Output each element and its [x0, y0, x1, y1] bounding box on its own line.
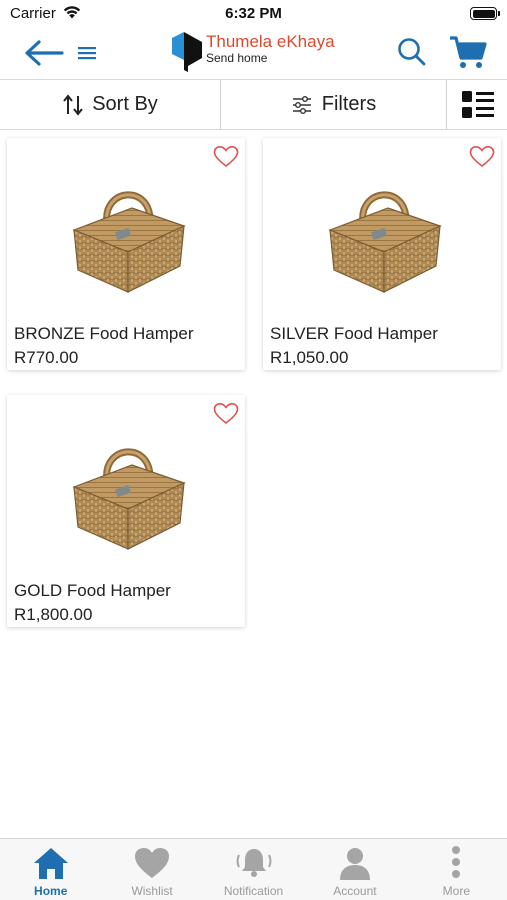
more-vertical-icon [452, 846, 461, 878]
home-icon [33, 848, 68, 879]
clock: 6:32 PM [225, 5, 282, 22]
sort-filter-toolbar: Sort By Filters [0, 79, 507, 130]
product-price: R1,800.00 [14, 605, 93, 624]
product-card[interactable]: BRONZE Food Hamper R770.00 [7, 138, 245, 370]
picnic-basket-image [72, 448, 186, 550]
product-card[interactable]: SILVER Food Hamper R1,050.00 [263, 138, 501, 370]
bottom-navigation: Home Wishlist Notification Account More [0, 838, 507, 900]
user-icon [339, 848, 370, 880]
picnic-basket-image [328, 191, 442, 293]
nav-notification-label: Notification [223, 884, 284, 898]
wishlist-heart-icon[interactable] [213, 145, 239, 169]
product-name: BRONZE Food Hamper [14, 324, 194, 343]
sort-arrows-icon [63, 93, 83, 116]
battery-icon [470, 7, 500, 20]
bell-icon [236, 849, 272, 877]
brand-name: Thumela eKhaya [206, 32, 335, 51]
nav-home[interactable]: Home [0, 839, 101, 900]
logo-mark-icon [172, 32, 202, 72]
status-bar: Carrier 6:32 PM [0, 0, 507, 28]
sort-by-button[interactable]: Sort By [0, 80, 221, 129]
nav-home-label: Home [34, 884, 68, 898]
nav-account[interactable]: Account [304, 839, 405, 900]
nav-notification[interactable]: Notification [203, 839, 304, 900]
sliders-icon [292, 95, 311, 114]
sort-by-label: Sort By [92, 93, 158, 115]
nav-more-label: More [442, 884, 470, 898]
product-price: R770.00 [14, 348, 79, 367]
product-name: GOLD Food Hamper [14, 581, 171, 600]
view-toggle-button[interactable] [448, 80, 507, 129]
nav-more[interactable]: More [406, 839, 507, 900]
wishlist-heart-icon[interactable] [469, 145, 495, 169]
picnic-basket-image [72, 191, 186, 293]
back-arrow-icon[interactable] [22, 38, 66, 68]
hamburger-icon[interactable] [76, 43, 98, 63]
wishlist-heart-icon[interactable] [213, 402, 239, 426]
app-header: Thumela eKhaya Send home [0, 28, 507, 78]
list-view-icon [461, 90, 494, 118]
product-name: SILVER Food Hamper [270, 324, 438, 343]
heart-icon [135, 848, 170, 878]
cart-icon[interactable] [448, 34, 488, 70]
brand-tagline: Send home [206, 51, 268, 65]
brand-logo[interactable]: Thumela eKhaya Send home [170, 30, 350, 74]
search-icon[interactable] [396, 36, 428, 68]
product-card[interactable]: GOLD Food Hamper R1,800.00 [7, 395, 245, 627]
nav-wishlist[interactable]: Wishlist [101, 839, 202, 900]
nav-wishlist-label: Wishlist [131, 884, 173, 898]
product-price: R1,050.00 [270, 348, 349, 367]
filters-button[interactable]: Filters [222, 80, 447, 129]
nav-account-label: Account [333, 884, 377, 898]
filters-label: Filters [321, 93, 377, 115]
